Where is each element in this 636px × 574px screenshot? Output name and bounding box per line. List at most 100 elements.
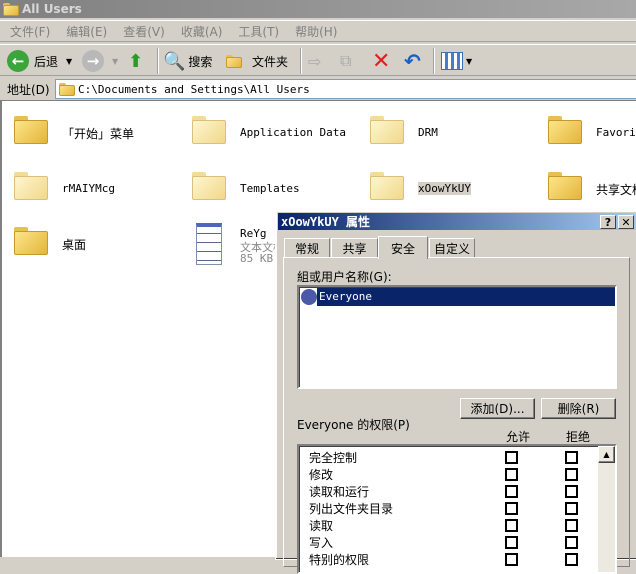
separator [433, 48, 435, 74]
users-icon [301, 289, 317, 305]
toolbar: ← 后退 ▼ → ▼ ⬆ 🔍 搜索 文件夹 ⇨ ⧉ ✕ ↶ ▼ [0, 44, 636, 76]
group-label: 組或用户名称(G): [297, 270, 392, 284]
permission-label: 读取和运行 [309, 485, 370, 499]
permission-label: 修改 [309, 468, 334, 482]
deny-checkbox[interactable] [565, 468, 578, 481]
allow-checkbox[interactable] [505, 553, 518, 566]
folder-icon [192, 116, 226, 144]
folders-button[interactable]: 文件夹 [226, 49, 288, 73]
tab-general[interactable]: 常规 [284, 238, 330, 258]
add-button[interactable]: 添加(D)... [460, 398, 535, 419]
permissions-label: Everyone 的权限(P) [297, 418, 410, 432]
deny-checkbox[interactable] [565, 536, 578, 549]
allow-checkbox[interactable] [505, 536, 518, 549]
folder-icon [14, 227, 48, 255]
menu-bar: 文件(F) 编辑(E) 查看(V) 收藏(A) 工具(T) 帮助(H) [0, 20, 636, 42]
deny-header: 拒绝 [566, 430, 591, 444]
address-bar: 地址(D) C:\Documents and Settings\All User… [0, 78, 636, 100]
scrollbar[interactable]: ▲ [598, 446, 615, 572]
allow-checkbox[interactable] [505, 451, 518, 464]
move-to-icon[interactable]: ⇨ [308, 49, 321, 73]
deny-checkbox[interactable] [565, 485, 578, 498]
item-label: xOowYkUY [418, 182, 471, 195]
folders-label: 文件夹 [252, 54, 289, 69]
properties-dialog: xOowYkUY 属性 ? ✕ 常规 共享 安全 自定义 組或用户名称(G): … [275, 210, 636, 574]
folder-icon [370, 116, 404, 144]
item-label: 「开始」菜单 [62, 127, 135, 141]
text-file-icon [196, 223, 222, 265]
allow-checkbox[interactable] [505, 502, 518, 515]
tab-customize[interactable]: 自定义 [429, 238, 475, 258]
tab-sharing[interactable]: 共享 [331, 238, 378, 258]
item-label: Favorites [596, 126, 636, 139]
menu-help[interactable]: 帮助(H) [295, 23, 337, 40]
delete-icon[interactable]: ✕ [372, 49, 390, 74]
dialog-title-bar: xOowYkUY 属性 ? ✕ [278, 213, 636, 230]
forward-arrow-icon: → [82, 50, 104, 72]
chevron-down-icon[interactable]: ▼ [66, 57, 72, 66]
folder-icon [548, 172, 582, 200]
folder-icon [370, 172, 404, 200]
menu-view[interactable]: 查看(V) [123, 23, 165, 40]
menu-edit[interactable]: 编辑(E) [66, 23, 107, 40]
item-label: Templates [240, 182, 300, 195]
folder-icon [14, 172, 48, 200]
chevron-down-icon: ▼ [466, 56, 473, 66]
item-size: 85 KB [240, 252, 274, 265]
close-button[interactable]: ✕ [618, 215, 634, 229]
allow-checkbox[interactable] [505, 468, 518, 481]
security-panel: 組或用户名称(G): Everyone 添加(D)... 删除(R) Every… [283, 257, 630, 574]
folder-icon [3, 3, 19, 16]
forward-button[interactable]: → ▼ [82, 49, 118, 73]
chevron-down-icon[interactable]: ▼ [112, 57, 118, 66]
permission-label: 特别的权限 [309, 553, 370, 567]
folder-icon [192, 172, 226, 200]
allow-header: 允许 [506, 430, 531, 444]
back-button[interactable]: ← 后退 ▼ [7, 49, 72, 73]
deny-checkbox[interactable] [565, 519, 578, 532]
views-button[interactable]: ▼ [441, 49, 472, 73]
folder-icon [548, 116, 582, 144]
search-button[interactable]: 🔍 搜索 [163, 49, 212, 73]
deny-checkbox[interactable] [565, 451, 578, 464]
copy-to-icon[interactable]: ⧉ [340, 49, 351, 73]
up-folder-icon[interactable]: ⬆ [128, 49, 143, 73]
permissions-list: ▲ 完全控制 修改 读取和运行 列出文件夹目录 读取 写入 特别的权限 [297, 444, 617, 574]
address-label: 地址(D) [7, 82, 50, 97]
menu-file[interactable]: 文件(F) [10, 23, 50, 40]
back-arrow-icon: ← [7, 50, 29, 72]
allow-checkbox[interactable] [505, 485, 518, 498]
search-label: 搜索 [188, 54, 213, 69]
menu-tools[interactable]: 工具(T) [238, 23, 279, 40]
address-input[interactable]: C:\Documents and Settings\All Users [55, 79, 636, 99]
menu-favorites[interactable]: 收藏(A) [181, 23, 223, 40]
permission-label: 写入 [309, 536, 334, 550]
user-name: Everyone [317, 288, 615, 306]
deny-checkbox[interactable] [565, 502, 578, 515]
item-label: rMAIYMcg [62, 182, 115, 195]
undo-icon[interactable]: ↶ [404, 49, 421, 73]
list-item[interactable]: Everyone [301, 288, 615, 306]
address-value: C:\Documents and Settings\All Users [78, 82, 310, 96]
tab-security[interactable]: 安全 [378, 236, 428, 259]
deny-checkbox[interactable] [565, 553, 578, 566]
item-label: DRM [418, 126, 438, 139]
remove-button[interactable]: 删除(R) [541, 398, 616, 419]
scroll-up-icon[interactable]: ▲ [598, 446, 615, 463]
item-label: 桌面 [62, 238, 87, 252]
item-label: Application Data [240, 126, 346, 139]
permission-label: 完全控制 [309, 451, 358, 465]
window-title-bar: All Users [0, 0, 636, 18]
separator [300, 48, 302, 74]
help-button[interactable]: ? [600, 215, 616, 229]
views-icon [441, 52, 463, 70]
folder-icon [226, 54, 242, 68]
permission-label: 读取 [309, 519, 334, 533]
allow-checkbox[interactable] [505, 519, 518, 532]
file-item[interactable]: ReYg 文本文档 85 KB [196, 223, 286, 265]
item-label: 共享文档 [596, 183, 636, 197]
back-label: 后退 [34, 54, 59, 69]
user-list[interactable]: Everyone [297, 285, 617, 389]
dialog-title: xOowYkUY 属性 [281, 215, 371, 229]
permission-label: 列出文件夹目录 [309, 502, 394, 516]
